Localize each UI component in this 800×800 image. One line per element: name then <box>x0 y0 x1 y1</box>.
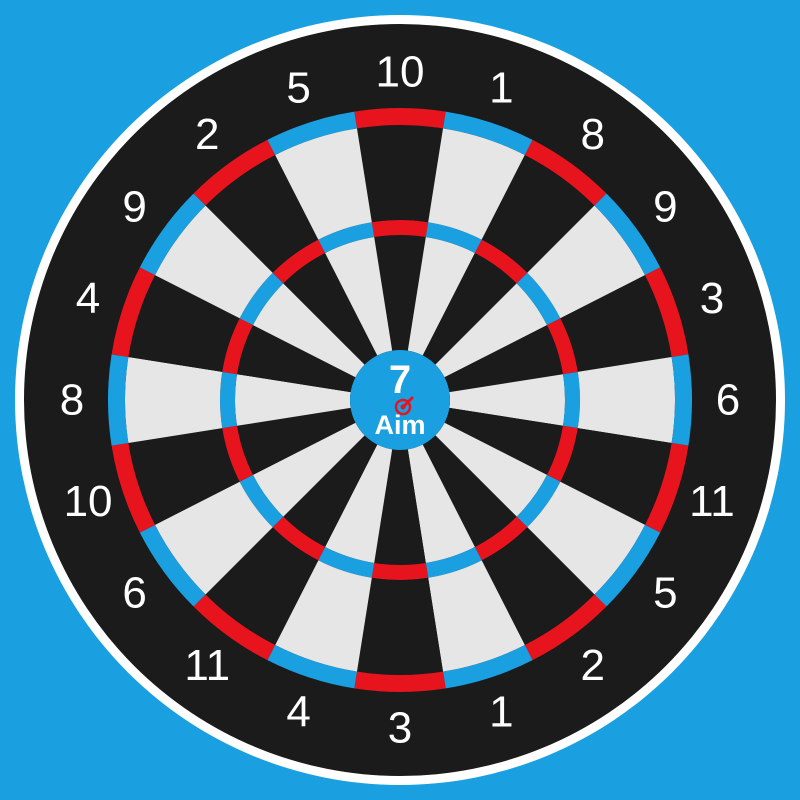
dartboard[interactable]: 10 1893611521341161084925 7 Aim <box>0 0 800 800</box>
board-number: 8 <box>581 110 605 159</box>
bull-logo-text: Aim <box>374 410 425 440</box>
board-number: 5 <box>653 568 677 617</box>
segment-outer-single[interactable] <box>577 356 675 444</box>
dartboard-screen: 10 1 8 9 3 6 11 5 2 1 3 4 11 6 10 8 4 9 2 5 7 Aim <box>0 0 800 800</box>
board-number: 10 <box>376 48 425 97</box>
board-number: 6 <box>716 376 740 425</box>
board-number: 4 <box>286 687 310 736</box>
segment-triple[interactable] <box>371 562 429 580</box>
segment-outer-single[interactable] <box>125 356 223 444</box>
segment-triple[interactable] <box>220 371 238 429</box>
board-number: 3 <box>388 704 412 753</box>
board-number: 11 <box>184 641 230 690</box>
bull-number: 7 <box>389 358 411 402</box>
board-number: 10 <box>64 477 113 526</box>
board-number: 11 <box>689 477 735 526</box>
bullseye[interactable]: 7 Aim <box>350 350 450 450</box>
segment-triple[interactable] <box>562 371 580 429</box>
board-number: 9 <box>122 183 146 232</box>
board-number: 1 <box>489 64 513 113</box>
board-number: 1 <box>489 687 513 736</box>
board-number: 4 <box>76 274 100 323</box>
board-number: 8 <box>60 376 84 425</box>
board-number: 9 <box>653 183 677 232</box>
board-number: 6 <box>122 568 146 617</box>
board-number: 2 <box>581 641 605 690</box>
segment-outer-single[interactable] <box>356 125 444 223</box>
board-number: 2 <box>195 110 219 159</box>
segment-outer-single[interactable] <box>356 577 444 676</box>
segment-triple[interactable] <box>371 220 429 238</box>
board-number: 3 <box>700 274 724 323</box>
board-number: 5 <box>286 64 310 113</box>
